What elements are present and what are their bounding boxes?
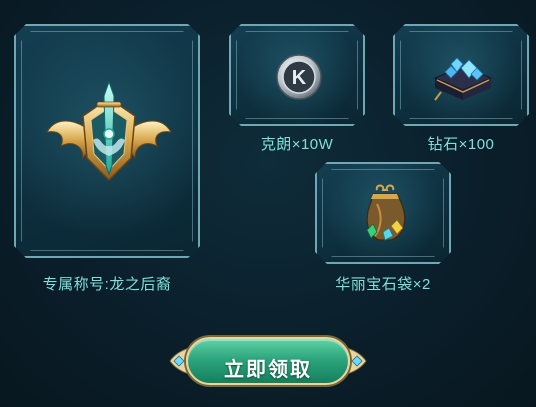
- dragon-crest-badge-icon: [43, 76, 175, 196]
- gem-chest-icon: [431, 54, 495, 104]
- k-coin-icon: K: [275, 53, 323, 101]
- reward-card-coins: K: [229, 24, 365, 126]
- reward-card-title-badge: [14, 24, 200, 258]
- title-badge-label: 专属称号:龙之后裔: [42, 276, 172, 293]
- gem-bag-icon: [361, 182, 411, 246]
- claim-button-label: 立即领取: [224, 357, 312, 381]
- coins-label: 克朗×10W: [260, 136, 334, 153]
- reward-card-gem-bag: [315, 162, 451, 264]
- claim-now-button[interactable]: 立即领取: [168, 331, 368, 391]
- svg-text:K: K: [292, 67, 307, 89]
- reward-card-diamonds: [393, 24, 529, 126]
- claim-button-body[interactable]: 立即领取: [186, 337, 350, 385]
- gem-bag-label: 华丽宝石袋×2: [335, 276, 431, 293]
- diamonds-label: 钻石×100: [427, 136, 495, 153]
